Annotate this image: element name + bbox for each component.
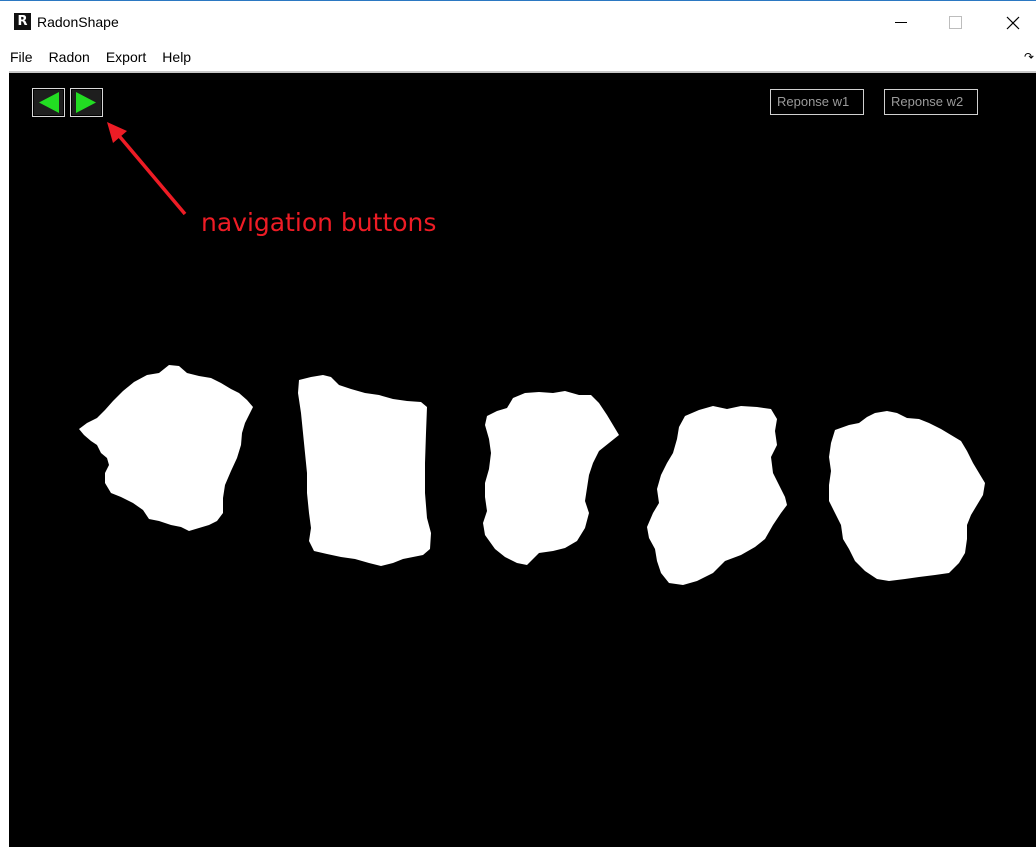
app-window: R RadonShape File Radon Export Help ↷ Re… <box>0 0 1036 847</box>
particle-shape-5 <box>829 411 985 581</box>
canvas-drawing <box>79 122 985 585</box>
app-logo-icon: R <box>14 13 31 30</box>
menu-help[interactable]: Help <box>154 44 199 70</box>
particle-shape-3 <box>483 391 619 565</box>
minimize-button[interactable] <box>878 1 924 44</box>
particle-shape-2 <box>298 375 431 566</box>
menu-file[interactable]: File <box>0 44 41 70</box>
window-title: RadonShape <box>37 14 119 30</box>
menu-export[interactable]: Export <box>98 44 154 70</box>
menu-radon[interactable]: Radon <box>41 44 98 70</box>
shape-canvas[interactable]: Reponse w1 Reponse w2 navigation buttons <box>9 73 1036 847</box>
title-bar[interactable]: R RadonShape <box>0 1 1036 44</box>
close-icon <box>1006 16 1020 29</box>
menu-overflow-icon[interactable]: ↷ <box>1024 50 1034 64</box>
particle-shape-4 <box>647 406 787 585</box>
close-button[interactable] <box>990 1 1036 44</box>
annotation-arrow-icon <box>107 122 187 216</box>
annotation-label: navigation buttons <box>201 208 437 237</box>
maximize-button[interactable] <box>932 1 978 44</box>
minimize-icon <box>895 22 907 23</box>
menu-bar: File Radon Export Help ↷ <box>0 44 1036 70</box>
maximize-icon <box>948 16 962 29</box>
particle-shape-1 <box>79 365 253 531</box>
